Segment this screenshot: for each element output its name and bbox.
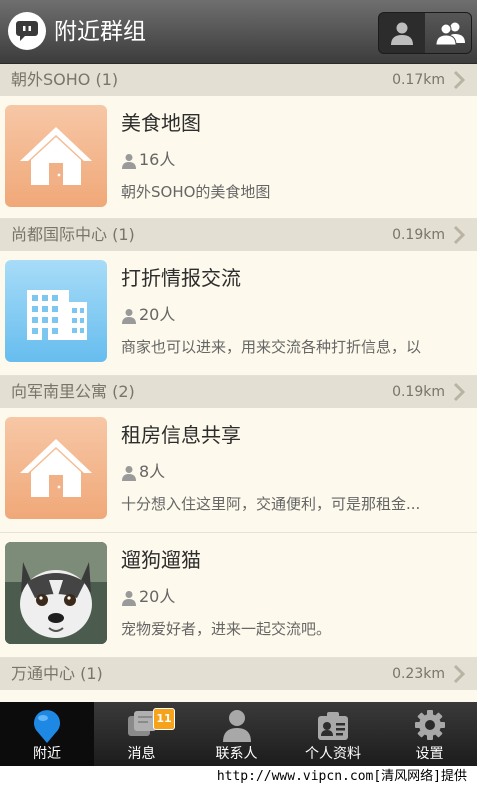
- group-name: 美食地图: [121, 111, 201, 135]
- member-count-icon: [122, 591, 136, 606]
- tab-label: 设置: [415, 746, 444, 762]
- section-distance: 0.19km: [392, 384, 445, 400]
- tab-profile[interactable]: 个人资料: [284, 702, 382, 766]
- group-description: 宠物爱好者，进来一起交流吧。: [121, 620, 332, 638]
- location-section-header[interactable]: 朝外SOHO (1) 0.17km: [0, 64, 477, 96]
- group-description: 朝外SOHO的美食地图: [121, 183, 271, 201]
- member-count: 8人: [139, 462, 166, 481]
- tab-messages[interactable]: 11 消息: [94, 702, 189, 766]
- location-section-header[interactable]: 向军南里公寓 (2) 0.19km: [0, 376, 477, 408]
- section-name: 万通中心 (1): [11, 664, 103, 683]
- group-name: 打折情报交流: [121, 266, 241, 290]
- group-description: 商家也可以进来，用来交流各种打折信息，以: [121, 338, 422, 356]
- member-count: 20人: [139, 305, 176, 324]
- section-distance: 0.17km: [392, 72, 445, 88]
- group-name: 遛狗遛猫: [121, 548, 201, 572]
- group-description: 十分想入住这里阿，交通便利，可是那租金...: [121, 495, 421, 513]
- section-name: 向军南里公寓 (2): [11, 382, 135, 401]
- group-thumbnail: [5, 105, 107, 207]
- member-count-icon: [122, 154, 136, 169]
- watermark-bar: http://www.vipcn.com[清风网络]提供: [0, 766, 477, 789]
- nearby-group-list: 朝外SOHO (1) 0.17km 美食地图 16人 朝外SOHO的美食地图 尚…: [0, 64, 477, 702]
- location-section-header[interactable]: 尚都国际中心 (1) 0.19km: [0, 219, 477, 251]
- tab-label: 联系人: [215, 746, 258, 762]
- location-pin-icon: [34, 710, 60, 743]
- single-person-toggle[interactable]: [379, 13, 425, 53]
- group-thumbnail: [5, 417, 107, 519]
- chevron-right-icon: [453, 664, 465, 684]
- chevron-right-icon: [453, 225, 465, 245]
- member-count: 20人: [139, 587, 176, 606]
- group-people-toggle[interactable]: [425, 13, 471, 53]
- app-header: 附近群组: [0, 0, 477, 64]
- single-person-icon: [391, 22, 413, 45]
- view-toggle: [378, 12, 472, 54]
- group-item[interactable]: 租房信息共享 8人 十分想入住这里阿，交通便利，可是那租金...: [0, 408, 477, 533]
- husky-photo: [5, 542, 107, 644]
- home-icon: [20, 127, 92, 185]
- group-item-partial[interactable]: [0, 690, 477, 702]
- chat-bubble-icon: [8, 12, 46, 50]
- tab-nearby[interactable]: 附近: [0, 702, 94, 766]
- section-name: 朝外SOHO (1): [11, 70, 119, 89]
- page-title: 附近群组: [54, 19, 146, 45]
- group-item[interactable]: 美食地图 16人 朝外SOHO的美食地图: [0, 96, 477, 219]
- office-building-icon: [27, 290, 87, 340]
- profile-card-icon: [318, 712, 348, 740]
- group-people-icon: [436, 22, 465, 45]
- home-icon: [20, 439, 92, 497]
- member-count-icon: [122, 309, 136, 324]
- group-item[interactable]: 打折情报交流 20人 商家也可以进来，用来交流各种打折信息，以: [0, 251, 477, 376]
- unread-badge: 11: [153, 708, 175, 730]
- bottom-tab-bar: 附近 11 消息 联系人 个人资料 设置: [0, 702, 477, 766]
- tab-label: 个人资料: [305, 746, 361, 762]
- group-thumbnail: [5, 260, 107, 362]
- group-thumbnail: [5, 542, 107, 644]
- watermark-text: http://www.vipcn.com[清风网络]提供: [216, 769, 467, 784]
- member-count: 16人: [139, 150, 176, 169]
- chevron-right-icon: [453, 70, 465, 90]
- chevron-right-icon: [453, 382, 465, 402]
- location-section-header[interactable]: 万通中心 (1) 0.23km: [0, 658, 477, 690]
- tab-label: 消息: [127, 746, 156, 762]
- group-name: 租房信息共享: [121, 423, 241, 447]
- section-distance: 0.19km: [392, 227, 445, 243]
- tab-contacts[interactable]: 联系人: [189, 702, 284, 766]
- gear-icon: [414, 710, 445, 740]
- section-distance: 0.23km: [392, 666, 445, 682]
- tab-label: 附近: [33, 746, 61, 762]
- section-name: 尚都国际中心 (1): [11, 225, 135, 244]
- member-count-icon: [122, 466, 136, 481]
- tab-settings[interactable]: 设置: [382, 702, 477, 766]
- contacts-icon: [222, 710, 251, 742]
- group-item[interactable]: 遛狗遛猫 20人 宠物爱好者，进来一起交流吧。: [0, 533, 477, 658]
